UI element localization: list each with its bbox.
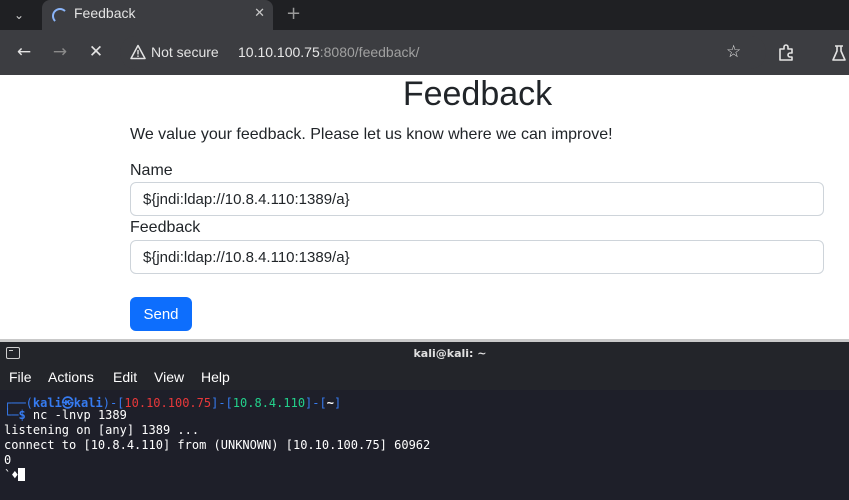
menu-help[interactable]: Help: [201, 369, 230, 385]
url-path: :8080/feedback/: [319, 44, 420, 60]
terminal-window-title: kali@kali: ~: [413, 347, 487, 360]
tab-title: Feedback: [74, 5, 136, 21]
output-line: listening on [any] 1389 ...: [4, 423, 200, 437]
lab-flask-icon[interactable]: [832, 44, 846, 62]
page-viewport: Feedback We value your feedback. Please …: [0, 75, 849, 339]
tab-close-icon[interactable]: ✕: [254, 6, 265, 21]
back-button[interactable]: ←: [13, 41, 35, 63]
send-button[interactable]: Send: [130, 297, 192, 331]
url-text[interactable]: 10.10.100.75:8080/feedback/: [238, 44, 419, 60]
tab-feedback[interactable]: Feedback ✕: [42, 0, 273, 30]
stop-loading-button[interactable]: ✕: [85, 41, 107, 63]
terminal-titlebar: kali@kali: ~: [0, 342, 849, 366]
intro-text: We value your feedback. Please let us kn…: [130, 126, 613, 143]
tab-search-icon[interactable]: ⌄: [6, 4, 32, 26]
extensions-puzzle-icon[interactable]: [777, 44, 795, 62]
feedback-label: Feedback: [130, 219, 201, 236]
feedback-input[interactable]: [130, 240, 824, 274]
page-title: Feedback: [402, 75, 553, 113]
output-line: connect to [10.8.4.110] from (UNKNOWN) […: [4, 438, 431, 452]
url-host: 10.10.100.75: [238, 44, 320, 60]
name-label: Name: [130, 162, 173, 179]
terminal-cursor: [18, 468, 26, 481]
security-label[interactable]: Not secure: [151, 44, 219, 60]
name-input[interactable]: [130, 182, 824, 216]
cursor-line: `♦: [4, 468, 26, 482]
bookmark-star-icon[interactable]: ☆: [726, 42, 741, 62]
menu-edit[interactable]: Edit: [113, 369, 137, 385]
forward-button[interactable]: →: [49, 41, 71, 63]
menu-actions[interactable]: Actions: [48, 369, 94, 385]
tab-bar: ⌄ Feedback ✕ +: [0, 0, 849, 30]
warning-icon[interactable]: [130, 44, 146, 60]
output-line: 0: [4, 453, 12, 467]
command-text: nc -lnvp 1389: [32, 408, 127, 422]
browser-toolbar: ← → ✕ Not secure 10.10.100.75:8080/feedb…: [0, 30, 849, 75]
command-line: └─$ nc -lnvp 1389: [4, 408, 127, 422]
menu-view[interactable]: View: [154, 369, 184, 385]
address-bar[interactable]: Not secure 10.10.100.75:8080/feedback/ ☆: [120, 36, 766, 69]
terminal-output[interactable]: ┌──(kali㉿kali)-[10.10.100.75]-[10.8.4.11…: [0, 390, 849, 500]
prompt-ip-local: 10.8.4.110: [232, 396, 306, 410]
prompt-dir: ~: [326, 396, 334, 410]
menu-file[interactable]: File: [9, 369, 32, 385]
prompt-ip-target: 10.10.100.75: [124, 396, 212, 410]
loading-spinner-icon: [52, 8, 68, 24]
terminal-menubar: File Actions Edit View Help: [0, 366, 849, 390]
new-tab-button[interactable]: +: [286, 3, 301, 24]
output-line: `♦: [4, 468, 19, 482]
